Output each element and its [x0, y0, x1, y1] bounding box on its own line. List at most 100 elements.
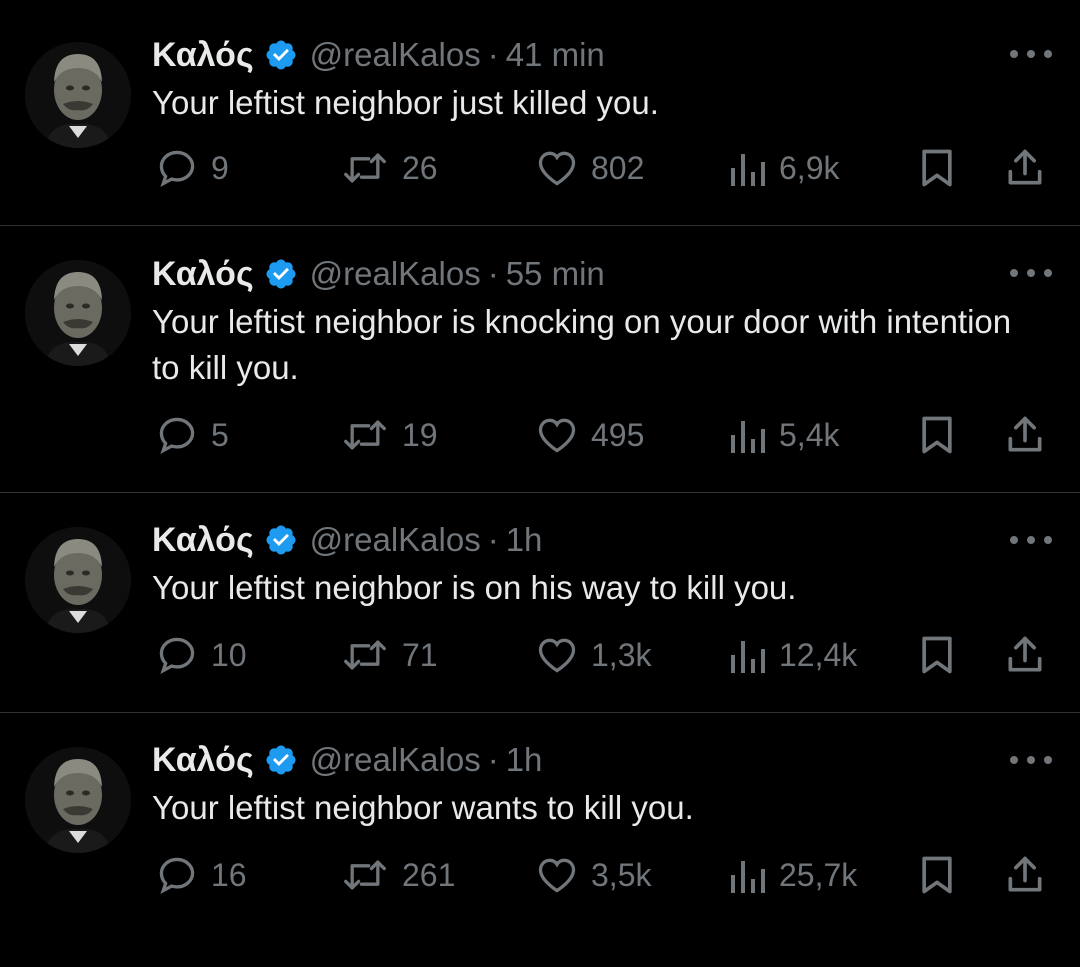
retweet-count: 19: [402, 416, 438, 453]
like-button[interactable]: 3,5k: [535, 850, 651, 900]
tweet-header: Καλός @realKalos · 1h: [152, 738, 542, 782]
share-button[interactable]: [1003, 850, 1047, 900]
like-count: 1,3k: [591, 636, 652, 673]
reply-icon: [159, 150, 195, 187]
timestamp[interactable]: 1h: [506, 741, 543, 779]
more-options-icon[interactable]: [1010, 47, 1052, 61]
retweet-icon: [344, 860, 386, 890]
retweet-button[interactable]: 26: [340, 143, 438, 193]
author-name[interactable]: Καλός: [152, 521, 254, 560]
tweet[interactable]: Καλός @realKalos · 55 min Your leftist n…: [0, 226, 1080, 493]
more-options-icon[interactable]: [1010, 753, 1052, 767]
reply-count: 16: [211, 856, 247, 893]
share-icon: [1008, 149, 1042, 185]
bookmark-button[interactable]: [915, 143, 959, 193]
bookmark-button[interactable]: [915, 850, 959, 900]
avatar[interactable]: [25, 527, 131, 633]
tweet-text: Your leftist neighbor is on his way to k…: [152, 569, 797, 606]
separator: ·: [487, 36, 499, 73]
avatar[interactable]: [25, 260, 131, 366]
bookmark-icon: [922, 149, 952, 187]
more-options-icon[interactable]: [1010, 533, 1052, 547]
timestamp[interactable]: 1h: [506, 521, 543, 559]
share-icon: [1008, 416, 1042, 452]
author-handle[interactable]: @realKalos: [310, 255, 481, 293]
tweet[interactable]: Καλός @realKalos · 41 min Your leftist n…: [0, 0, 1080, 226]
views-count: 25,7k: [779, 856, 858, 893]
tweet-actions: 10 71 1,3k 12,4k: [0, 630, 1080, 680]
avatar[interactable]: [25, 42, 131, 148]
verified-badge-icon: [264, 743, 298, 777]
share-icon: [1008, 636, 1042, 672]
bookmark-icon: [922, 856, 952, 894]
tweet-header: Καλός @realKalos · 55 min: [152, 252, 605, 296]
retweet-button[interactable]: 19: [340, 410, 438, 460]
share-button[interactable]: [1003, 410, 1047, 460]
like-count: 802: [591, 149, 645, 186]
heart-icon: [538, 418, 576, 453]
timeline: Καλός @realKalos · 41 min Your leftist n…: [0, 0, 1080, 967]
author-name[interactable]: Καλός: [152, 255, 254, 294]
tweet-actions: 16 261 3,5k 25,7k: [0, 850, 1080, 900]
share-icon: [1008, 856, 1042, 892]
views-icon: [731, 421, 765, 453]
reply-count: 9: [211, 149, 229, 186]
tweet[interactable]: Καλός @realKalos · 1h Your leftist neigh…: [0, 713, 1080, 967]
retweet-button[interactable]: 71: [340, 630, 438, 680]
verified-badge-icon: [264, 257, 298, 291]
reply-button[interactable]: 16: [155, 850, 247, 900]
views-icon: [731, 861, 765, 893]
views-icon: [731, 154, 765, 186]
views-button[interactable]: 6,9k: [727, 143, 839, 193]
retweet-count: 261: [402, 856, 456, 893]
share-button[interactable]: [1003, 143, 1047, 193]
timestamp[interactable]: 41 min: [506, 36, 605, 74]
reply-button[interactable]: 10: [155, 630, 247, 680]
views-count: 6,9k: [779, 149, 840, 186]
retweet-button[interactable]: 261: [340, 850, 455, 900]
author-handle[interactable]: @realKalos: [310, 741, 481, 779]
reply-icon: [159, 637, 195, 674]
like-count: 495: [591, 416, 645, 453]
bookmark-icon: [922, 636, 952, 674]
more-options-icon[interactable]: [1010, 266, 1052, 280]
author-name[interactable]: Καλός: [152, 741, 254, 780]
views-button[interactable]: 5,4k: [727, 410, 839, 460]
retweet-count: 71: [402, 636, 438, 673]
heart-icon: [538, 638, 576, 673]
like-button[interactable]: 802: [535, 143, 644, 193]
tweet[interactable]: Καλός @realKalos · 1h Your leftist neigh…: [0, 493, 1080, 713]
bookmark-icon: [922, 416, 952, 454]
tweet-header: Καλός @realKalos · 41 min: [152, 33, 605, 77]
bookmark-button[interactable]: [915, 410, 959, 460]
retweet-icon: [344, 420, 386, 450]
avatar[interactable]: [25, 747, 131, 853]
author-handle[interactable]: @realKalos: [310, 36, 481, 74]
retweet-count: 26: [402, 149, 438, 186]
views-button[interactable]: 12,4k: [727, 630, 857, 680]
separator: ·: [487, 255, 499, 292]
author-name[interactable]: Καλός: [152, 36, 254, 75]
tweet-text: Your leftist neighbor just killed you.: [152, 84, 659, 121]
views-button[interactable]: 25,7k: [727, 850, 857, 900]
tweet-text: Your leftist neighbor wants to kill you.: [152, 789, 694, 826]
views-count: 12,4k: [779, 636, 858, 673]
views-icon: [731, 641, 765, 673]
reply-button[interactable]: 9: [155, 143, 229, 193]
reply-count: 5: [211, 416, 229, 453]
author-handle[interactable]: @realKalos: [310, 521, 481, 559]
share-button[interactable]: [1003, 630, 1047, 680]
views-count: 5,4k: [779, 416, 840, 453]
reply-button[interactable]: 5: [155, 410, 229, 460]
verified-badge-icon: [264, 38, 298, 72]
like-button[interactable]: 495: [535, 410, 644, 460]
reply-count: 10: [211, 636, 247, 673]
like-button[interactable]: 1,3k: [535, 630, 651, 680]
retweet-icon: [344, 153, 386, 183]
bookmark-button[interactable]: [915, 630, 959, 680]
separator: ·: [487, 521, 499, 558]
retweet-icon: [344, 640, 386, 670]
separator: ·: [487, 741, 499, 778]
like-count: 3,5k: [591, 856, 652, 893]
timestamp[interactable]: 55 min: [506, 255, 605, 293]
